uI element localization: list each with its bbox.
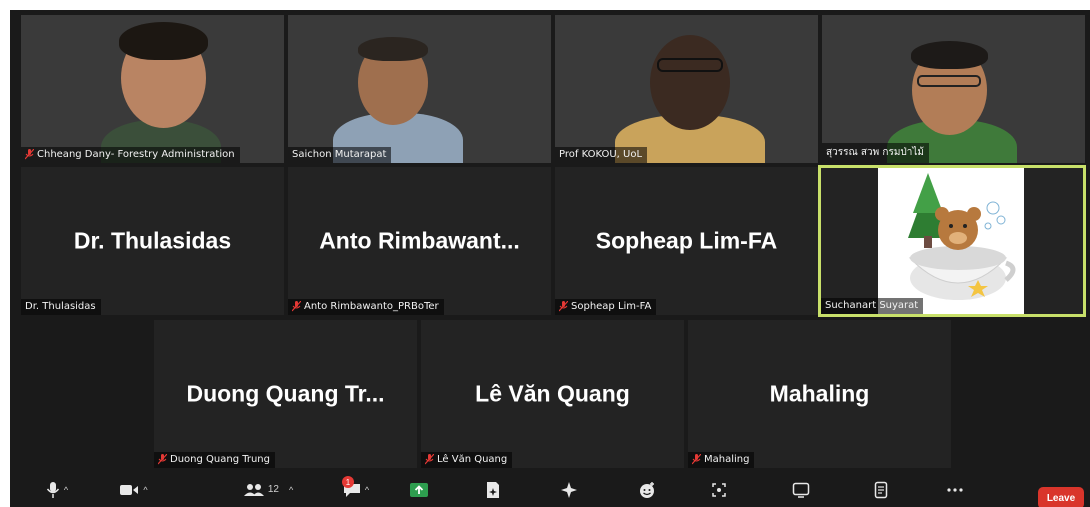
- participant-tile[interactable]: Duong Quang Tr... Duong Quang Trung: [154, 320, 417, 468]
- mic-muted-icon: [292, 301, 301, 312]
- summary-button[interactable]: [476, 472, 510, 507]
- chevron-up-icon[interactable]: ^: [64, 485, 68, 495]
- share-screen-button[interactable]: [402, 472, 436, 507]
- participant-name-label: Chheang Dany- Forestry Administration: [21, 147, 240, 163]
- participant-display-name: Dr. Thulasidas: [73, 227, 232, 254]
- ai-companion-button[interactable]: [552, 472, 586, 507]
- mic-muted-icon: [692, 454, 701, 465]
- participant-tile[interactable]: Sopheap Lim-FA Sopheap Lim-FA: [555, 167, 818, 315]
- chat-unread-badge: 1: [342, 476, 354, 488]
- mic-muted-icon: [559, 301, 568, 312]
- chevron-up-icon[interactable]: ^: [365, 485, 369, 495]
- video-button[interactable]: ^: [106, 472, 161, 507]
- participant-video: [101, 20, 221, 163]
- leave-button[interactable]: Leave: [1038, 487, 1084, 507]
- microphone-icon: [46, 481, 59, 498]
- meeting-toolbar: ^ ^ 12 ^ 1 ^ Leave: [10, 472, 1090, 507]
- mic-muted-icon: [158, 454, 167, 465]
- participant-display-name: Sopheap Lim-FA: [595, 227, 778, 254]
- ai-companion-icon: [561, 481, 577, 498]
- more-icon: [947, 487, 963, 492]
- profile-picture: [878, 168, 1024, 314]
- participant-tile[interactable]: Mahaling Mahaling: [688, 320, 951, 468]
- teddy-bear-in-cup-icon: [908, 173, 1016, 300]
- more-button[interactable]: [938, 472, 972, 507]
- apps-icon: [712, 482, 726, 497]
- chat-button[interactable]: 1 ^: [328, 472, 384, 507]
- participant-video: [615, 30, 765, 163]
- chevron-up-icon[interactable]: ^: [289, 485, 293, 495]
- mic-muted-icon: [25, 149, 34, 160]
- mic-muted-icon: [425, 454, 434, 465]
- participant-tile[interactable]: Prof KOKOU, UoL: [555, 15, 818, 163]
- participant-name-label: Duong Quang Trung: [154, 452, 275, 468]
- participant-display-name: Duong Quang Tr...: [186, 380, 385, 407]
- video-gallery: Chheang Dany- Forestry Administration Sa…: [10, 10, 1090, 507]
- participant-display-name: Lê Văn Quang: [475, 380, 630, 407]
- participants-button[interactable]: 12 ^: [228, 472, 308, 507]
- participant-display-name: Anto Rimbawant...: [319, 227, 520, 254]
- share-screen-icon: [410, 482, 428, 497]
- participant-name-label: Prof KOKOU, UoL: [555, 147, 648, 163]
- participants-count: 12: [267, 484, 279, 495]
- audio-button[interactable]: ^: [32, 472, 82, 507]
- participant-display-name: Mahaling: [769, 380, 870, 407]
- participant-video: [333, 35, 463, 163]
- participant-name-label: Dr. Thulasidas: [21, 299, 101, 315]
- chevron-up-icon[interactable]: ^: [143, 485, 147, 495]
- apps-button[interactable]: [702, 472, 736, 507]
- participant-name-label: Anto Rimbawanto_PRBoTer: [288, 299, 444, 315]
- participant-tile[interactable]: Dr. Thulasidas Dr. Thulasidas: [21, 167, 284, 315]
- reactions-icon: [640, 481, 654, 498]
- participant-name-label: Sopheap Lim-FA: [555, 299, 657, 315]
- notes-button[interactable]: [864, 472, 898, 507]
- participant-tile[interactable]: Chheang Dany- Forestry Administration: [21, 15, 284, 163]
- whiteboards-icon: [792, 482, 810, 498]
- participant-name-label: Lê Văn Quang: [421, 452, 513, 468]
- participant-tile[interactable]: Lê Văn Quang Lê Văn Quang: [421, 320, 684, 468]
- participant-name-label: สุวรรณ สวพ กรมป่าไม้: [822, 143, 930, 163]
- whiteboards-button[interactable]: [784, 472, 818, 507]
- participant-name-label: Mahaling: [688, 452, 755, 468]
- participants-icon: [243, 483, 264, 496]
- notes-icon: [874, 481, 888, 498]
- participant-name-label: Suchanart Suyarat: [821, 298, 924, 314]
- participant-name-label: Saichon Mutarapat: [288, 147, 392, 163]
- participant-tile[interactable]: Anto Rimbawant... Anto Rimbawanto_PRBoTe…: [288, 167, 551, 315]
- participant-tile-active-speaker[interactable]: Suchanart Suyarat: [818, 165, 1086, 317]
- reactions-button[interactable]: [630, 472, 664, 507]
- video-camera-icon: [120, 484, 139, 495]
- summary-icon: [487, 481, 499, 498]
- participant-tile[interactable]: สุวรรณ สวพ กรมป่าไม้: [822, 15, 1085, 163]
- participant-tile[interactable]: Saichon Mutarapat: [288, 15, 551, 163]
